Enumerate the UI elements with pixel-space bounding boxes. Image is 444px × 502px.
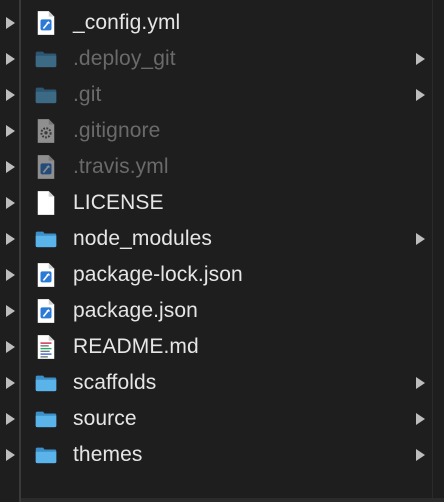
column-bottom-edge xyxy=(21,498,444,502)
column-edge xyxy=(432,0,444,502)
item-name: .gitignore xyxy=(73,119,161,142)
item-name: LICENSE xyxy=(73,191,164,214)
folder-icon xyxy=(35,405,57,433)
item-name: themes xyxy=(73,443,143,466)
folder-item[interactable]: node_modules xyxy=(21,221,432,257)
folder-icon xyxy=(35,81,57,109)
disclosure-arrow-icon[interactable] xyxy=(0,401,19,437)
item-name: .deploy_git xyxy=(73,47,176,70)
disclosure-arrow-icon[interactable] xyxy=(0,365,19,401)
previous-column xyxy=(0,0,19,502)
file-item[interactable]: LICENSE xyxy=(21,185,432,221)
item-name: _config.yml xyxy=(73,11,181,34)
file-column: _config.yml .deploy_git .git .gitignore .tra… xyxy=(21,0,432,502)
folder-icon xyxy=(35,45,57,73)
folder-item[interactable]: scaffolds xyxy=(21,365,432,401)
xcode-document-icon xyxy=(35,9,57,37)
file-item[interactable]: package.json xyxy=(21,293,432,329)
disclosure-arrow-icon[interactable] xyxy=(0,293,19,329)
item-name: package.json xyxy=(73,299,198,322)
disclosure-arrow-icon[interactable] xyxy=(0,41,19,77)
file-item[interactable]: .gitignore xyxy=(21,113,432,149)
file-list: _config.yml .deploy_git .git .gitignore .tra… xyxy=(21,5,432,473)
item-name: source xyxy=(73,407,137,430)
disclosure-arrow-icon[interactable] xyxy=(0,113,19,149)
disclosure-arrow-icon[interactable] xyxy=(0,149,19,185)
disclosure-arrow-icon[interactable] xyxy=(412,77,428,113)
item-name: .travis.yml xyxy=(73,155,169,178)
file-item[interactable]: .travis.yml xyxy=(21,149,432,185)
xcode-document-icon xyxy=(35,153,57,181)
folder-item[interactable]: .deploy_git xyxy=(21,41,432,77)
item-name: scaffolds xyxy=(73,371,157,394)
item-name: .git xyxy=(73,83,102,106)
disclosure-arrow-icon[interactable] xyxy=(0,329,19,365)
folder-item[interactable]: .git xyxy=(21,77,432,113)
folder-icon xyxy=(35,441,57,469)
file-item[interactable]: README.md xyxy=(21,329,432,365)
disclosure-arrow-icon[interactable] xyxy=(0,77,19,113)
text-document-icon xyxy=(35,333,57,361)
blank-document-icon xyxy=(35,189,57,217)
disclosure-arrow-icon[interactable] xyxy=(0,257,19,293)
previous-column-arrows xyxy=(0,5,19,473)
folder-icon xyxy=(35,369,57,397)
disclosure-arrow-icon[interactable] xyxy=(412,41,428,77)
folder-item[interactable]: themes xyxy=(21,437,432,473)
file-item[interactable]: _config.yml xyxy=(21,5,432,41)
disclosure-arrow-icon[interactable] xyxy=(0,221,19,257)
disclosure-arrow-icon[interactable] xyxy=(412,401,428,437)
finder-column-view: _config.yml .deploy_git .git .gitignore .tra… xyxy=(0,0,444,502)
item-name: node_modules xyxy=(73,227,212,250)
folder-icon xyxy=(35,225,57,253)
disclosure-arrow-icon[interactable] xyxy=(412,221,428,257)
file-item[interactable]: package-lock.json xyxy=(21,257,432,293)
disclosure-arrow-icon[interactable] xyxy=(412,365,428,401)
item-name: README.md xyxy=(73,335,199,358)
item-name: package-lock.json xyxy=(73,263,243,286)
disclosure-arrow-icon[interactable] xyxy=(0,5,19,41)
folder-item[interactable]: source xyxy=(21,401,432,437)
xcode-document-icon xyxy=(35,261,57,289)
disclosure-arrow-icon[interactable] xyxy=(0,437,19,473)
disclosure-arrow-icon[interactable] xyxy=(412,437,428,473)
xcode-document-icon xyxy=(35,297,57,325)
settings-document-icon xyxy=(35,117,57,145)
disclosure-arrow-icon[interactable] xyxy=(0,185,19,221)
